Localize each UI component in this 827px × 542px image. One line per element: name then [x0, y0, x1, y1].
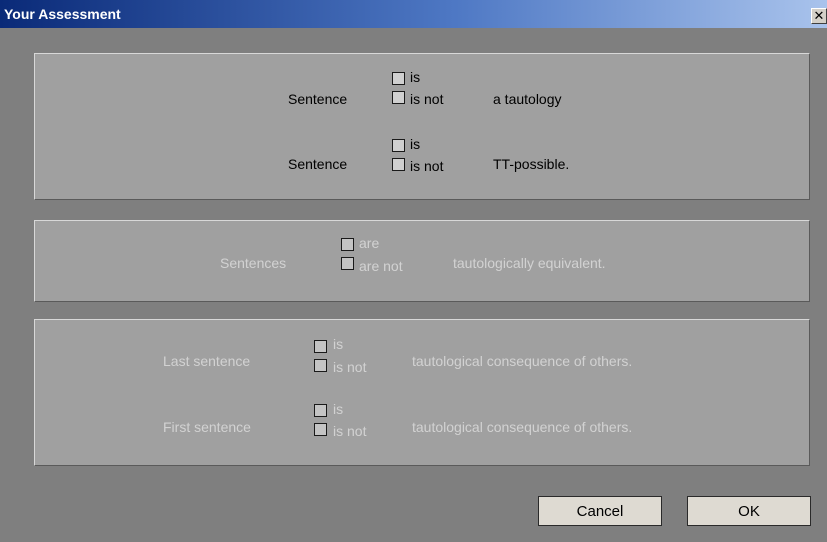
- are-equivalent-checkbox[interactable]: [341, 238, 354, 251]
- consequence-label: tautological consequence of others.: [412, 419, 633, 435]
- consequence-panel: Last sentence is is not tautological con…: [34, 319, 810, 466]
- are-label: are: [359, 235, 380, 251]
- are-not-equivalent-checkbox[interactable]: [341, 257, 354, 270]
- close-icon: ✕: [813, 8, 825, 23]
- are-not-label: are not: [359, 258, 403, 274]
- is-not-tt-possible-checkbox[interactable]: [392, 158, 405, 171]
- sentences-label: Sentences: [220, 255, 287, 271]
- cancel-button[interactable]: Cancel: [538, 496, 662, 526]
- last-is-not-consequence-checkbox[interactable]: [314, 359, 327, 372]
- sentence-label: Sentence: [288, 91, 348, 107]
- window-title: Your Assessment: [4, 6, 121, 22]
- last-sentence-label: Last sentence: [163, 353, 251, 369]
- title-bar: Your Assessment ✕: [0, 0, 827, 28]
- sentence-properties-panel: Sentence is is not a tautology Sentence …: [34, 53, 810, 200]
- is-not-tautology-checkbox[interactable]: [392, 91, 405, 104]
- is-label: is: [410, 136, 421, 152]
- first-is-not-consequence-checkbox[interactable]: [314, 423, 327, 436]
- last-is-consequence-checkbox[interactable]: [314, 340, 327, 353]
- first-sentence-label: First sentence: [163, 419, 251, 435]
- tautology-label: a tautology: [493, 91, 562, 107]
- tt-possible-label: TT-possible.: [493, 156, 570, 172]
- is-tt-possible-checkbox[interactable]: [392, 139, 405, 152]
- is-not-label: is not: [333, 359, 367, 375]
- first-is-consequence-checkbox[interactable]: [314, 404, 327, 417]
- is-not-label: is not: [333, 423, 367, 439]
- is-label: is: [333, 336, 344, 352]
- is-not-label: is not: [410, 158, 444, 174]
- is-label: is: [410, 69, 421, 85]
- equivalence-panel: Sentences are are not tautologically equ…: [34, 220, 810, 302]
- close-button[interactable]: ✕: [811, 8, 827, 24]
- is-not-label: is not: [410, 91, 444, 107]
- ok-button[interactable]: OK: [687, 496, 811, 526]
- equivalent-label: tautologically equivalent.: [453, 255, 606, 271]
- consequence-label: tautological consequence of others.: [412, 353, 633, 369]
- is-tautology-checkbox[interactable]: [392, 72, 405, 85]
- sentence-label: Sentence: [288, 156, 348, 172]
- is-label: is: [333, 401, 344, 417]
